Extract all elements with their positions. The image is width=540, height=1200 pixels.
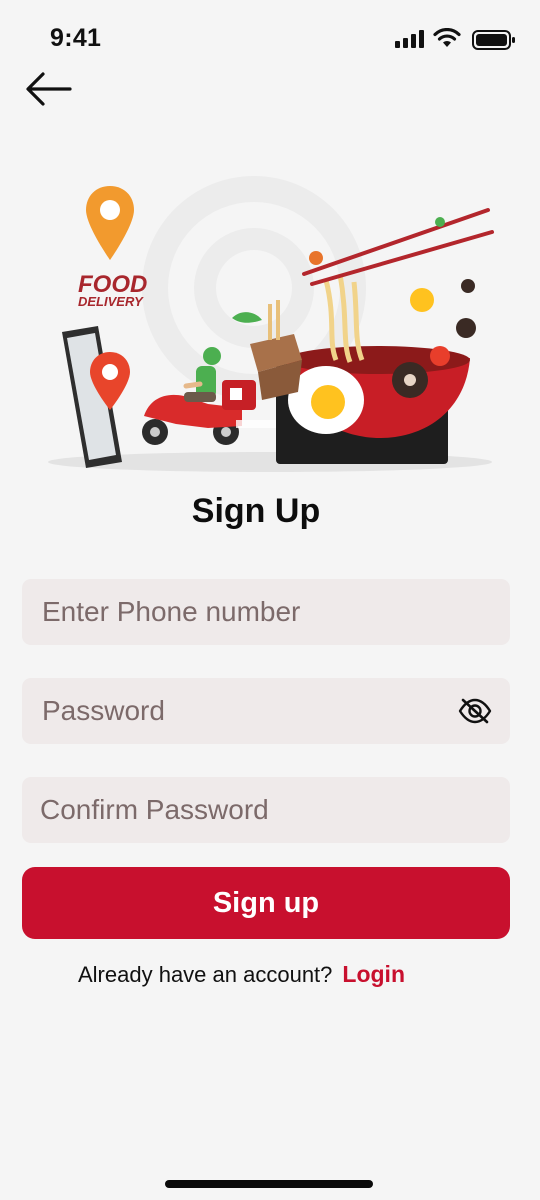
- arrow-left-icon: [26, 72, 72, 106]
- password-field-container: [22, 678, 510, 744]
- eye-slash-icon[interactable]: [458, 697, 492, 725]
- status-time: 9:41: [50, 24, 102, 52]
- phone-field-container: [22, 579, 510, 645]
- back-button[interactable]: [22, 70, 78, 110]
- food-delivery-illustration: FOOD DELIVERY: [48, 176, 494, 472]
- confirm-password-input[interactable]: [22, 777, 510, 843]
- home-indicator[interactable]: [165, 1180, 373, 1188]
- wifi-icon: [433, 28, 461, 47]
- password-input[interactable]: [22, 678, 510, 744]
- smartphone-graphic: [62, 326, 130, 468]
- battery-icon: [472, 30, 515, 50]
- login-prompt-row: Already have an account? Login: [78, 961, 405, 988]
- status-bar: 9:41: [0, 0, 540, 76]
- delivery-logo-text: DELIVERY: [78, 294, 144, 309]
- login-prompt-text: Already have an account?: [78, 962, 333, 987]
- phone-number-input[interactable]: [22, 579, 510, 645]
- page-title: Sign Up: [191, 492, 321, 530]
- confirm-password-field-container: [22, 777, 510, 843]
- sign-up-button[interactable]: Sign up: [22, 867, 510, 939]
- login-link[interactable]: Login: [342, 961, 405, 987]
- cellular-signal-icon: [395, 30, 424, 48]
- location-pin-icon: [86, 186, 134, 260]
